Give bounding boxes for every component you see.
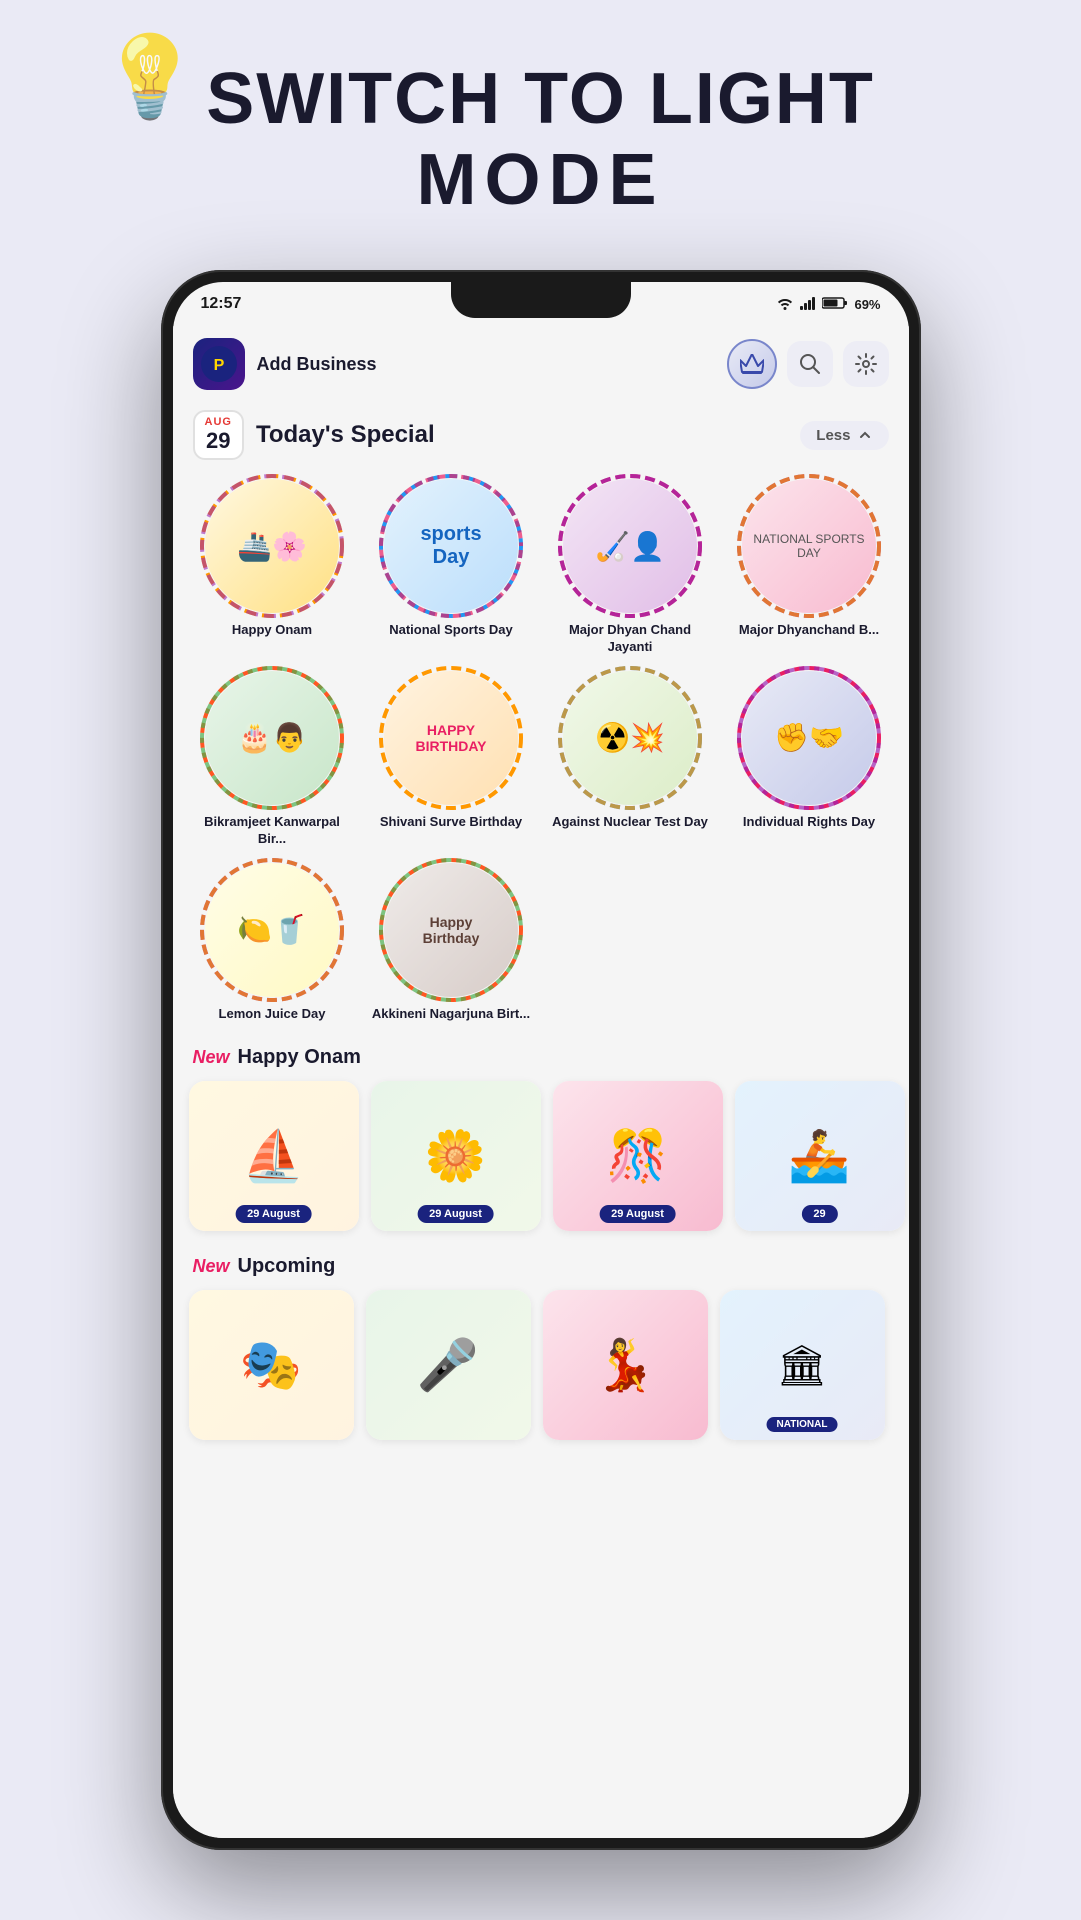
onam-card-3[interactable]: 🎊 29 August — [553, 1081, 723, 1231]
rights-circle: ✊🤝 — [739, 668, 879, 808]
onam-new-badge: New — [193, 1047, 230, 1068]
grid-item-nuke[interactable]: ☢️💥 Against Nuclear Test Day — [547, 668, 714, 848]
onam-circle: 🚢🌸 — [202, 476, 342, 616]
onam-card-1[interactable]: ⛵ 29 August — [189, 1081, 359, 1231]
wifi-icon — [776, 296, 794, 313]
search-button[interactable] — [787, 341, 833, 387]
less-button[interactable]: Less — [800, 421, 888, 450]
akk-label: Akkineni Nagarjuna Birt... — [372, 1006, 530, 1023]
section-header: AUG 29 Today's Special Less — [173, 402, 909, 472]
upcoming-card-1-image: 🎭 — [189, 1290, 354, 1440]
settings-button[interactable] — [843, 341, 889, 387]
dhyanb-label: Major Dhyanchand B... — [739, 622, 879, 639]
sports-circle: sportsDay — [381, 476, 521, 616]
bik-label: Bikramjeet Kanwarpal Bir... — [189, 814, 356, 848]
crown-button[interactable] — [727, 339, 777, 389]
upcoming-card-3[interactable]: 💃 — [543, 1290, 708, 1440]
volume-up-button — [161, 470, 163, 520]
grid-item-shiv[interactable]: HAPPYBIRTHDAY Shivani Surve Birthday — [368, 668, 535, 848]
onam-card-4[interactable]: 🚣 29 — [735, 1081, 905, 1231]
grid-item-lemon[interactable]: 🍋🥤 Lemon Juice Day — [189, 860, 356, 1023]
dhyan-circle: 🏑👤 — [560, 476, 700, 616]
add-business-button[interactable]: Add Business — [257, 354, 715, 375]
grid-item-dhyan[interactable]: 🏑👤 Major Dhyan Chand Jayanti — [547, 476, 714, 656]
akk-circle: HappyBirthday — [381, 860, 521, 1000]
upcoming-new-badge: New — [193, 1256, 230, 1277]
upcoming-card-3-image: 💃 — [543, 1290, 708, 1440]
dhyanb-circle: NATIONAL SPORTS DAY — [739, 476, 879, 616]
grid-item-akk[interactable]: HappyBirthday Akkineni Nagarjuna Birt... — [368, 860, 535, 1023]
status-time: 12:57 — [201, 295, 242, 313]
upcoming-card-2[interactable]: 🎤 — [366, 1290, 531, 1440]
nuke-circle: ☢️💥 — [560, 668, 700, 808]
onam-card-4-date: 29 — [801, 1205, 837, 1223]
rights-label: Individual Rights Day — [743, 814, 875, 831]
upcoming-cards-row: 🎭 🎤 💃 🏛 NATIONAL — [173, 1282, 909, 1456]
onam-card-2[interactable]: 🌼 29 August — [371, 1081, 541, 1231]
upcoming-section-name: Upcoming — [238, 1255, 336, 1278]
bulb-icon: 💡 — [100, 30, 200, 124]
grid-item-onam[interactable]: 🚢🌸 Happy Onam — [189, 476, 356, 656]
bik-circle: 🎂👨 — [202, 668, 342, 808]
onam-card-3-image: 🎊 29 August — [553, 1081, 723, 1231]
sports-label: National Sports Day — [389, 622, 513, 639]
status-icons: 69% — [776, 296, 880, 313]
battery-icon — [822, 296, 848, 313]
section-title: Today's Special — [256, 421, 788, 449]
battery-percent: 69% — [854, 297, 880, 312]
onam-card-2-date: 29 August — [417, 1205, 494, 1223]
date-day: 29 — [205, 428, 232, 454]
onam-card-4-image: 🚣 29 — [735, 1081, 905, 1231]
nuke-label: Against Nuclear Test Day — [552, 814, 708, 831]
top-bar: P Add Business — [173, 326, 909, 402]
svg-text:P: P — [213, 357, 224, 374]
app-logo: P — [193, 338, 245, 390]
upcoming-card-2-image: 🎤 — [366, 1290, 531, 1440]
onam-card-3-date: 29 August — [599, 1205, 676, 1223]
top-actions — [727, 339, 889, 389]
items-grid: 🚢🌸 Happy Onam sportsDay National Sports … — [173, 472, 909, 1038]
lemon-label: Lemon Juice Day — [219, 1006, 326, 1023]
date-month: AUG — [205, 416, 232, 428]
onam-label: Happy Onam — [232, 622, 312, 639]
upcoming-card-4-image: 🏛 NATIONAL — [720, 1290, 885, 1440]
onam-section-label: New Happy Onam — [173, 1038, 909, 1073]
phone-frame: 12:57 69% P — [161, 270, 921, 1850]
onam-card-2-image: 🌼 29 August — [371, 1081, 541, 1231]
grid-item-rights[interactable]: ✊🤝 Individual Rights Day — [726, 668, 893, 848]
onam-cards-row: ⛵ 29 August 🌼 29 August 🎊 29 August — [173, 1073, 909, 1247]
onam-card-1-image: ⛵ 29 August — [189, 1081, 359, 1231]
app-content[interactable]: P Add Business — [173, 326, 909, 1838]
dhyan-label: Major Dhyan Chand Jayanti — [547, 622, 714, 656]
grid-item-dhyanb[interactable]: NATIONAL SPORTS DAY Major Dhyanchand B..… — [726, 476, 893, 656]
notch — [451, 282, 631, 318]
upcoming-card-1[interactable]: 🎭 — [189, 1290, 354, 1440]
upcoming-section-label: New Upcoming — [173, 1247, 909, 1282]
phone-screen: 12:57 69% P — [173, 282, 909, 1838]
power-button — [919, 550, 921, 670]
onam-card-1-date: 29 August — [235, 1205, 312, 1223]
grid-item-sports[interactable]: sportsDay National Sports Day — [368, 476, 535, 656]
signal-icon — [800, 296, 816, 313]
promo-title-line2: MODE — [0, 139, 1081, 221]
onam-section-name: Happy Onam — [238, 1046, 361, 1069]
grid-item-bik[interactable]: 🎂👨 Bikramjeet Kanwarpal Bir... — [189, 668, 356, 848]
shiv-circle: HAPPYBIRTHDAY — [381, 668, 521, 808]
volume-down-button — [161, 540, 163, 620]
lemon-circle: 🍋🥤 — [202, 860, 342, 1000]
upcoming-card-4[interactable]: 🏛 NATIONAL — [720, 1290, 885, 1440]
date-badge: AUG 29 — [193, 410, 244, 460]
shiv-label: Shivani Surve Birthday — [380, 814, 522, 831]
